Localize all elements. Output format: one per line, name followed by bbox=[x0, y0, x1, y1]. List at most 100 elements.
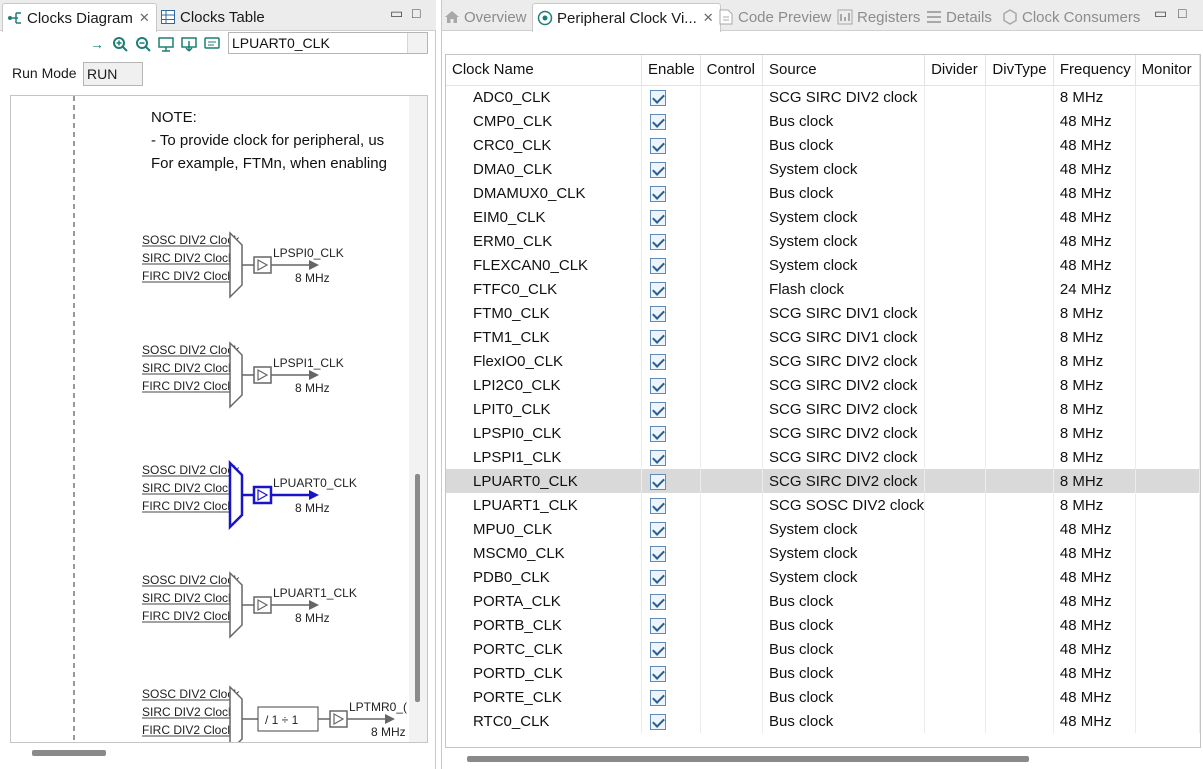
cell-monitor[interactable] bbox=[1135, 637, 1200, 661]
zoom-in-icon[interactable] bbox=[111, 35, 129, 53]
cell-monitor[interactable] bbox=[1135, 493, 1200, 517]
cell-control[interactable] bbox=[700, 469, 764, 493]
cell-monitor[interactable] bbox=[1135, 229, 1200, 253]
cell-divtype[interactable] bbox=[985, 445, 1054, 469]
tab-clock-consumers[interactable]: Clock Consumers bbox=[1002, 3, 1140, 31]
cell-control[interactable] bbox=[700, 277, 764, 301]
cell-source[interactable]: SCG SIRC DIV2 clock bbox=[762, 373, 926, 397]
cell-clock-name[interactable]: DMA0_CLK bbox=[446, 157, 643, 181]
cell-clock-name[interactable]: ADC0_CLK bbox=[446, 85, 643, 109]
enable-checkbox[interactable] bbox=[650, 233, 667, 250]
cell-monitor[interactable] bbox=[1135, 325, 1200, 349]
table-row[interactable]: LPUART1_CLK SCG SOSC DIV2 clock 8 MHz bbox=[446, 493, 1200, 517]
enable-checkbox[interactable] bbox=[650, 473, 667, 490]
cell-frequency[interactable]: 8 MHz bbox=[1053, 85, 1136, 109]
cell-source[interactable]: System clock bbox=[762, 205, 926, 229]
cell-control[interactable] bbox=[700, 493, 764, 517]
cell-frequency[interactable]: 8 MHz bbox=[1053, 397, 1136, 421]
cell-clock-name[interactable]: FTM1_CLK bbox=[446, 325, 643, 349]
cell-clock-name[interactable]: PORTA_CLK bbox=[446, 589, 643, 613]
cell-control[interactable] bbox=[700, 157, 764, 181]
cell-divtype[interactable] bbox=[985, 517, 1054, 541]
cell-divider[interactable] bbox=[924, 589, 987, 613]
cell-source[interactable]: System clock bbox=[762, 541, 926, 565]
cell-divtype[interactable] bbox=[985, 253, 1054, 277]
cell-source[interactable]: Bus clock bbox=[762, 109, 926, 133]
cell-frequency[interactable]: 48 MHz bbox=[1053, 133, 1136, 157]
cell-clock-name[interactable]: LPUART0_CLK bbox=[446, 469, 643, 493]
cell-source[interactable]: System clock bbox=[762, 157, 926, 181]
cell-divtype[interactable] bbox=[985, 661, 1054, 685]
cell-divider[interactable] bbox=[924, 517, 987, 541]
arrow-right-icon[interactable]: → bbox=[88, 35, 106, 53]
cell-monitor[interactable] bbox=[1135, 349, 1200, 373]
table-row[interactable]: LPSPI1_CLK SCG SIRC DIV2 clock 8 MHz bbox=[446, 445, 1200, 469]
cell-divtype[interactable] bbox=[985, 325, 1054, 349]
search-input[interactable]: LPUART0_CLK bbox=[228, 32, 428, 54]
cell-divtype[interactable] bbox=[985, 421, 1054, 445]
enable-checkbox[interactable] bbox=[650, 689, 667, 706]
cell-source[interactable]: Flash clock bbox=[762, 277, 926, 301]
comment-icon[interactable] bbox=[203, 35, 221, 53]
enable-checkbox[interactable] bbox=[650, 401, 667, 418]
column-header-divtype[interactable]: DivType bbox=[985, 55, 1054, 86]
table-row[interactable]: LPUART0_CLK SCG SIRC DIV2 clock 8 MHz bbox=[446, 469, 1200, 493]
cell-control[interactable] bbox=[700, 517, 764, 541]
cell-control[interactable] bbox=[700, 133, 764, 157]
cell-clock-name[interactable]: LPSPI0_CLK bbox=[446, 421, 643, 445]
cell-divtype[interactable] bbox=[985, 613, 1054, 637]
cell-source[interactable]: Bus clock bbox=[762, 709, 926, 733]
enable-checkbox[interactable] bbox=[650, 665, 667, 682]
export-icon[interactable] bbox=[180, 35, 198, 53]
run-mode-select[interactable]: RUN bbox=[83, 62, 143, 86]
cell-clock-name[interactable]: EIM0_CLK bbox=[446, 205, 643, 229]
clock-output-label[interactable]: LPSPI0_CLK bbox=[273, 246, 344, 260]
cell-divider[interactable] bbox=[924, 661, 987, 685]
clock-output-label[interactable]: LPUART1_CLK bbox=[273, 586, 357, 600]
cell-control[interactable] bbox=[700, 301, 764, 325]
enable-checkbox[interactable] bbox=[650, 137, 667, 154]
table-row[interactable]: PDB0_CLK System clock 48 MHz bbox=[446, 565, 1200, 589]
cell-divtype[interactable] bbox=[985, 229, 1054, 253]
cell-divtype[interactable] bbox=[985, 397, 1054, 421]
cell-divider[interactable] bbox=[924, 277, 987, 301]
cell-clock-name[interactable]: LPSPI1_CLK bbox=[446, 445, 643, 469]
cell-clock-name[interactable]: PORTD_CLK bbox=[446, 661, 643, 685]
cell-divider[interactable] bbox=[924, 637, 987, 661]
cell-divider[interactable] bbox=[924, 445, 987, 469]
cell-frequency[interactable]: 8 MHz bbox=[1053, 349, 1136, 373]
tab-clocks-table[interactable]: Clocks Table bbox=[160, 3, 265, 31]
cell-clock-name[interactable]: CRC0_CLK bbox=[446, 133, 643, 157]
cell-source[interactable]: System clock bbox=[762, 565, 926, 589]
cell-divtype[interactable] bbox=[985, 181, 1054, 205]
table-row[interactable]: CRC0_CLK Bus clock 48 MHz bbox=[446, 133, 1200, 157]
enable-checkbox[interactable] bbox=[650, 713, 667, 730]
cell-control[interactable] bbox=[700, 325, 764, 349]
cell-control[interactable] bbox=[700, 709, 764, 733]
clock-mux-shape[interactable] bbox=[229, 571, 243, 639]
cell-source[interactable]: Bus clock bbox=[762, 133, 926, 157]
cell-source[interactable]: SCG SIRC DIV2 clock bbox=[762, 445, 926, 469]
cell-clock-name[interactable]: MSCM0_CLK bbox=[446, 541, 643, 565]
cell-frequency[interactable]: 48 MHz bbox=[1053, 685, 1136, 709]
zoom-out-icon[interactable] bbox=[134, 35, 152, 53]
cell-monitor[interactable] bbox=[1135, 541, 1200, 565]
column-header-divider[interactable]: Divider bbox=[924, 55, 987, 86]
cell-divider[interactable] bbox=[924, 493, 987, 517]
cell-divider[interactable] bbox=[924, 565, 987, 589]
cell-monitor[interactable] bbox=[1135, 85, 1200, 109]
minimize-icon[interactable]: ▭ bbox=[390, 5, 403, 22]
enable-checkbox[interactable] bbox=[650, 353, 667, 370]
enable-checkbox[interactable] bbox=[650, 617, 667, 634]
cell-divider[interactable] bbox=[924, 349, 987, 373]
cell-frequency[interactable]: 48 MHz bbox=[1053, 517, 1136, 541]
table-row[interactable]: CMP0_CLK Bus clock 48 MHz bbox=[446, 109, 1200, 133]
cell-monitor[interactable] bbox=[1135, 109, 1200, 133]
cell-frequency[interactable]: 48 MHz bbox=[1053, 229, 1136, 253]
cell-divider[interactable] bbox=[924, 133, 987, 157]
search-dropdown-button[interactable] bbox=[407, 33, 427, 53]
table-row[interactable]: FTM1_CLK SCG SIRC DIV1 clock 8 MHz bbox=[446, 325, 1200, 349]
cell-source[interactable]: Bus clock bbox=[762, 685, 926, 709]
cell-control[interactable] bbox=[700, 637, 764, 661]
cell-source[interactable]: Bus clock bbox=[762, 661, 926, 685]
